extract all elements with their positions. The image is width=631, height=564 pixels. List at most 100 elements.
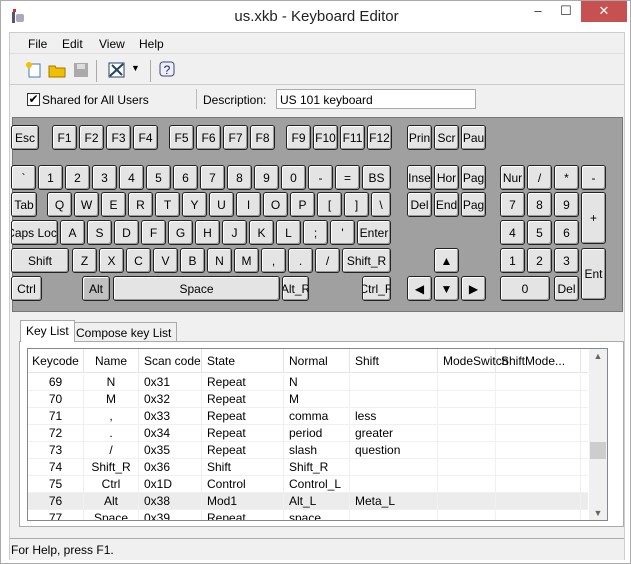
column-header[interactable]: ModeSwitch (438, 349, 508, 373)
key-shift-r[interactable]: Shift_R (342, 248, 391, 273)
key-9[interactable]: 9 (254, 165, 279, 190)
key-f[interactable]: F (141, 220, 166, 245)
key-f4[interactable]: F4 (133, 125, 158, 150)
key-ent[interactable]: Ent (581, 248, 606, 300)
column-header[interactable]: Normal (284, 349, 350, 373)
menu-edit[interactable]: Edit (62, 37, 83, 51)
key--[interactable]: ▼ (434, 276, 459, 301)
key-f1[interactable]: F1 (52, 125, 77, 150)
key-hor[interactable]: Hor (434, 165, 459, 190)
key-f9[interactable]: F9 (286, 125, 311, 150)
key-2[interactable]: 2 (65, 165, 90, 190)
key-c[interactable]: C (126, 248, 151, 273)
key-del[interactable]: Del (407, 192, 432, 217)
table-row[interactable]: 71, 0x33 Repeat comma less (28, 408, 588, 425)
key-8[interactable]: 8 (227, 165, 252, 190)
key--[interactable]: - (308, 165, 333, 190)
key--[interactable]: / (527, 165, 552, 190)
key-6[interactable]: 6 (173, 165, 198, 190)
table-row[interactable]: 77 Space 0x39 Repeat space (28, 510, 588, 520)
key-1[interactable]: 1 (38, 165, 63, 190)
description-input[interactable]: US 101 keyboard (276, 89, 476, 109)
key-h[interactable]: H (195, 220, 220, 245)
key--[interactable]: ; (303, 220, 328, 245)
key-e[interactable]: E (101, 192, 126, 217)
vertical-scrollbar[interactable]: ▲ ▼ (589, 349, 607, 520)
column-header[interactable]: ShiftMode... (496, 349, 581, 373)
scrollbar-thumb[interactable] (590, 442, 606, 459)
key-1[interactable]: 1 (500, 248, 525, 273)
key-k[interactable]: K (249, 220, 274, 245)
key-f11[interactable]: F11 (340, 125, 365, 150)
key-m[interactable]: M (234, 248, 259, 273)
help-icon[interactable]: ? (158, 61, 176, 79)
key-3[interactable]: 3 (92, 165, 117, 190)
key--[interactable]: \ (371, 192, 391, 217)
scroll-up-icon[interactable]: ▲ (589, 351, 607, 361)
key-space[interactable]: Space (113, 276, 280, 301)
key-shift[interactable]: Shift (11, 248, 69, 273)
key-x[interactable]: X (99, 248, 124, 273)
key--[interactable]: + (581, 192, 606, 244)
key-nur[interactable]: Nur (500, 165, 525, 190)
close-button[interactable]: ✕ (581, 1, 627, 22)
new-file-icon[interactable] (24, 61, 42, 79)
scroll-down-icon[interactable]: ▼ (589, 508, 607, 518)
key-v[interactable]: V (153, 248, 178, 273)
key-5[interactable]: 5 (146, 165, 171, 190)
key-del[interactable]: Del (554, 276, 579, 301)
key-a[interactable]: A (60, 220, 85, 245)
key-s[interactable]: S (87, 220, 112, 245)
dropdown-arrow-icon[interactable]: ▼ (131, 63, 149, 81)
key-0[interactable]: 0 (500, 276, 550, 301)
key-esc[interactable]: Esc (11, 125, 39, 150)
key-u[interactable]: U (209, 192, 234, 217)
key-pag[interactable]: Pag (461, 192, 486, 217)
key-0[interactable]: 0 (281, 165, 306, 190)
key-inse[interactable]: Inse (407, 165, 432, 190)
key-d[interactable]: D (114, 220, 139, 245)
key-f3[interactable]: F3 (106, 125, 131, 150)
key-2[interactable]: 2 (527, 248, 552, 273)
key--[interactable]: ◀ (407, 276, 432, 301)
table-row[interactable]: 73/0x35 Repeat slash question (28, 442, 588, 459)
keyboard-tool-icon[interactable] (108, 61, 126, 79)
key-t[interactable]: T (155, 192, 180, 217)
menu-help[interactable]: Help (139, 37, 164, 51)
key--[interactable]: ▲ (434, 248, 459, 273)
tab-compose-key-list[interactable]: Compose key List (70, 322, 178, 342)
key-f10[interactable]: F10 (313, 125, 338, 150)
open-folder-icon[interactable] (48, 61, 66, 79)
key-pag[interactable]: Pag (461, 165, 486, 190)
shared-checkbox[interactable]: ✔ (27, 93, 40, 106)
key-f5[interactable]: F5 (169, 125, 194, 150)
key-r[interactable]: R (128, 192, 153, 217)
column-header[interactable]: Keycode (28, 349, 84, 373)
table-row[interactable]: 75 Ctrl 0x1D Control Control_L (28, 476, 588, 493)
key-q[interactable]: Q (47, 192, 72, 217)
key-y[interactable]: Y (182, 192, 207, 217)
key-tab[interactable]: Tab (11, 192, 37, 217)
key-9[interactable]: 9 (554, 192, 579, 217)
key-j[interactable]: J (222, 220, 247, 245)
key-b[interactable]: B (180, 248, 205, 273)
key-i[interactable]: I (236, 192, 261, 217)
table-row[interactable]: 72. 0x34 Repeat period greater (28, 425, 588, 442)
tab-key-list[interactable]: Key List (20, 320, 75, 342)
key--[interactable]: ' (330, 220, 355, 245)
key-f8[interactable]: F8 (250, 125, 275, 150)
key-8[interactable]: 8 (527, 192, 552, 217)
key--[interactable]: ▶ (461, 276, 486, 301)
maximize-button[interactable]: ☐ (553, 1, 579, 22)
key-4[interactable]: 4 (119, 165, 144, 190)
column-header[interactable]: Name (84, 349, 139, 373)
key-f2[interactable]: F2 (79, 125, 104, 150)
key--[interactable]: - (581, 165, 606, 190)
key--[interactable]: . (288, 248, 313, 273)
key-z[interactable]: Z (72, 248, 97, 273)
key-caps-lock[interactable]: Caps Lock (11, 220, 58, 245)
key--[interactable]: / (315, 248, 340, 273)
column-header[interactable]: Scan code (139, 349, 202, 373)
menu-file[interactable]: File (28, 37, 47, 51)
key--[interactable]: [ (317, 192, 342, 217)
